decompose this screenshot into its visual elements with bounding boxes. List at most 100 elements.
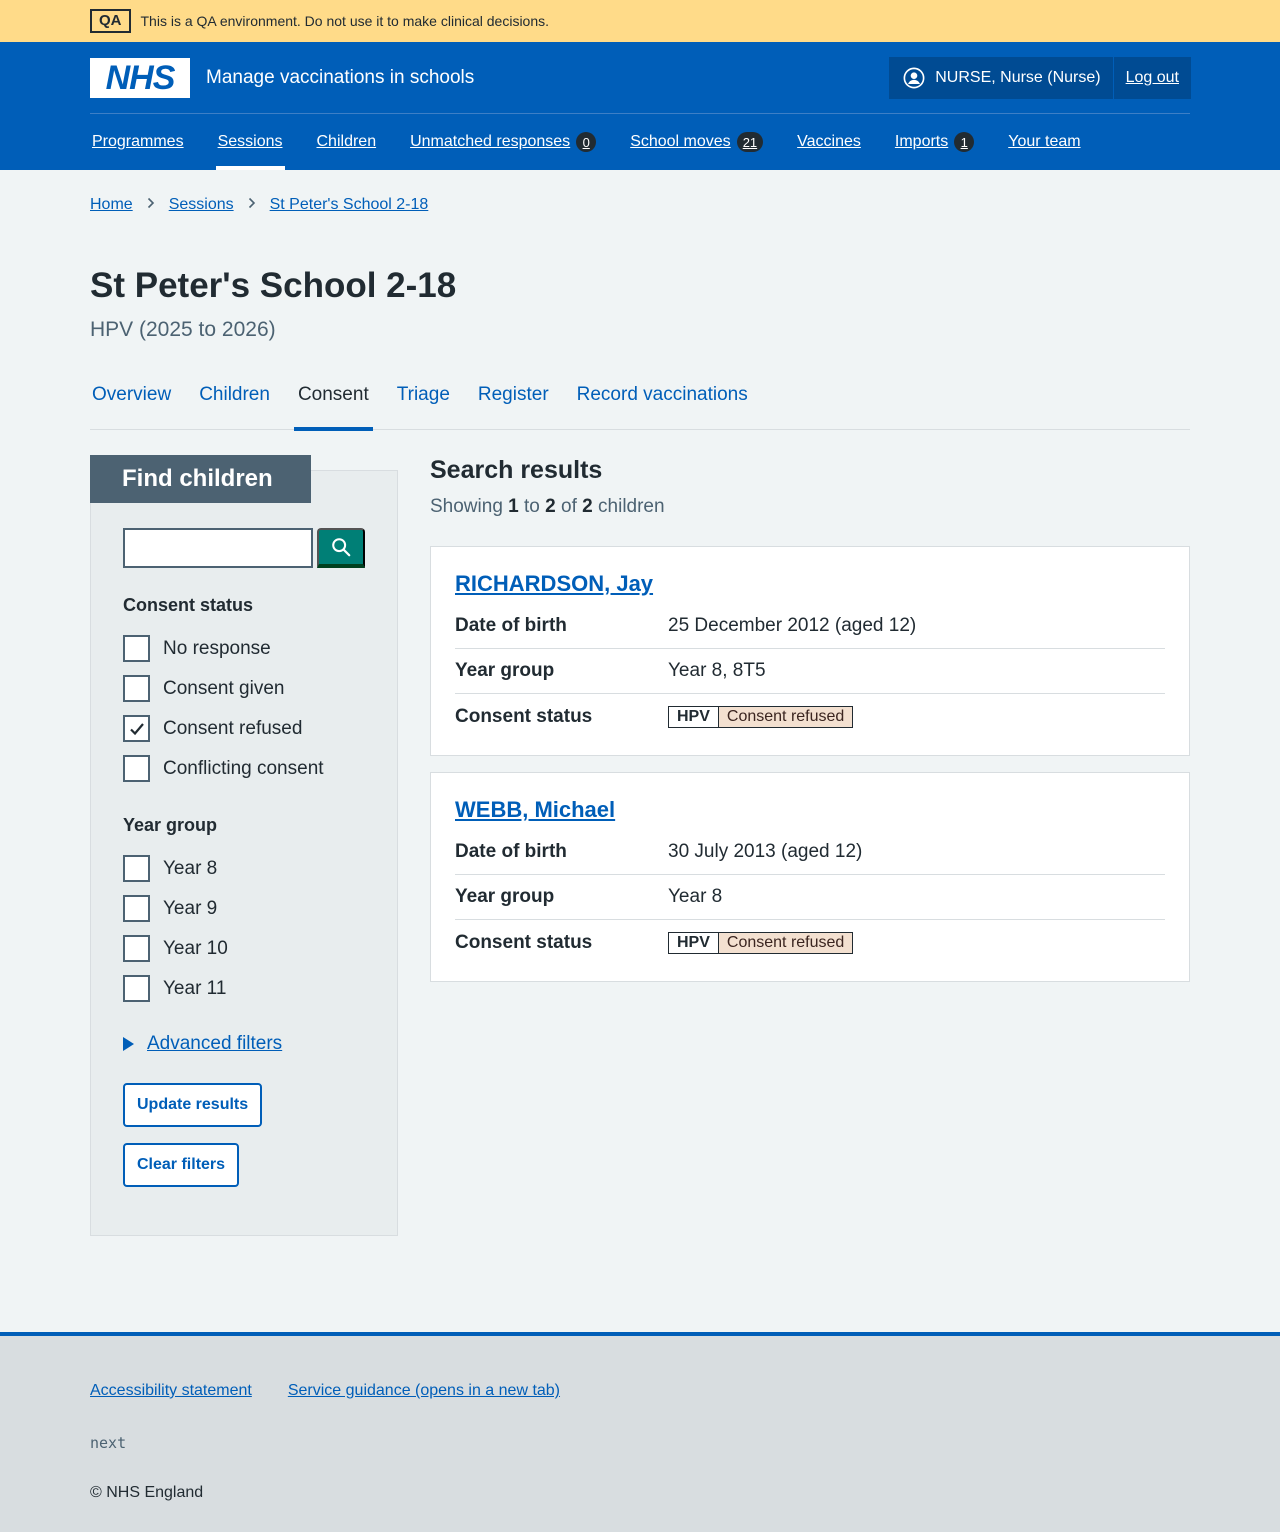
app-version: next <box>90 1434 127 1452</box>
child-card: RICHARDSON, Jay Date of birth 25 December … <box>430 546 1190 756</box>
nav-count-badge: 1 <box>954 132 975 152</box>
search-input[interactable] <box>123 528 313 568</box>
tab-overview[interactable]: Overview <box>90 384 173 430</box>
nav-children[interactable]: Children <box>317 114 377 170</box>
results-from: 1 <box>508 496 519 517</box>
summary-key: Date of birth <box>455 841 567 862</box>
nav-vaccines[interactable]: Vaccines <box>797 114 861 170</box>
update-results-button[interactable]: Update results <box>123 1083 263 1127</box>
nav-label: Programmes <box>92 133 184 150</box>
summary-key: Consent status <box>455 931 593 953</box>
checkbox-year-10[interactable]: Year 10 <box>123 935 228 962</box>
copyright: © NHS England <box>90 1484 204 1501</box>
footer-link-accessibility-statement[interactable]: Accessibility statement <box>90 1382 252 1400</box>
summary-row-consent: Consent status HPV Consent refused <box>455 920 1165 965</box>
checkbox-year-9[interactable]: Year 9 <box>123 895 217 922</box>
search-row <box>123 528 365 568</box>
search-icon <box>332 538 351 557</box>
filter-heading: Find children <box>90 455 311 503</box>
checkbox-year-8[interactable]: Year 8 <box>123 855 217 882</box>
child-name-link[interactable]: WEBB, Michael <box>455 797 615 823</box>
results-of-word: of <box>561 496 577 517</box>
checkbox-label: Consent refused <box>163 717 303 739</box>
nav-programmes[interactable]: Programmes <box>92 114 184 170</box>
tab-children[interactable]: Children <box>197 384 272 430</box>
checkbox-consent-given[interactable]: Consent given <box>123 675 284 702</box>
checkbox-box[interactable] <box>123 755 150 782</box>
year-group-label: Year group <box>123 815 218 835</box>
summary-value: 25 December 2012 (aged 12) <box>668 615 917 636</box>
nav-school-moves[interactable]: School moves 21 <box>630 114 764 170</box>
checkbox-consent-refused[interactable]: Consent refused <box>123 715 302 742</box>
nav-label: Children <box>316 133 377 150</box>
tab-consent[interactable]: Consent <box>293 384 373 431</box>
clear-filters-button[interactable]: Clear filters <box>123 1143 240 1187</box>
summary-key: Year group <box>455 660 555 681</box>
nav-label: Unmatched responses <box>410 133 571 150</box>
tab-triage[interactable]: Triage <box>395 384 452 430</box>
nav-unmatched-responses[interactable]: Unmatched responses 0 <box>410 114 597 170</box>
checkbox-label: Year 8 <box>163 857 218 879</box>
nhs-logo-text: NHS <box>105 58 176 97</box>
breadcrumb-st-peter-s-school-2-18[interactable]: St Peter's School 2-18 <box>270 196 429 214</box>
results-to-word: to <box>524 496 540 517</box>
chevron-right-icon <box>147 196 155 214</box>
tab-register[interactable]: Register <box>476 384 551 430</box>
checkbox-no-response[interactable]: No response <box>123 635 271 662</box>
filter-panel: Find children Consent status No response… <box>90 455 398 1236</box>
nav-your-team[interactable]: Your team <box>1008 114 1080 170</box>
advanced-filters-link[interactable]: Advanced filters <box>147 1033 282 1055</box>
programme-tag: HPV <box>668 931 719 954</box>
nav-label: School moves <box>630 133 731 150</box>
summary-key: Consent status <box>455 705 593 727</box>
summary-value: Year 8, 8T5 <box>668 660 766 681</box>
nav-sessions[interactable]: Sessions <box>215 114 285 170</box>
page-title: St Peter's School 2-18 <box>90 266 457 305</box>
checkbox-box[interactable] <box>123 895 150 922</box>
checkmark-icon <box>129 722 144 735</box>
advanced-filters-toggle[interactable]: Advanced filters <box>123 1033 282 1055</box>
logout-link[interactable]: Log out <box>1114 69 1191 87</box>
account-user-name: NURSE, Nurse (Nurse) <box>935 69 1101 86</box>
breadcrumb-sessions[interactable]: Sessions <box>169 196 234 214</box>
programme-tag: HPV <box>668 705 719 728</box>
results-count-prefix: Showing <box>430 496 503 517</box>
nav-imports[interactable]: Imports 1 <box>895 114 975 170</box>
checkbox-conflicting-consent[interactable]: Conflicting consent <box>123 755 324 782</box>
tab-record-vaccinations[interactable]: Record vaccinations <box>575 384 750 430</box>
consent-status-tag: HPV Consent refused <box>668 931 854 954</box>
page-subtitle: HPV (2025 to 2026) <box>90 318 276 341</box>
consent-status-label: Consent status <box>123 595 254 615</box>
primary-nav: Programmes Sessions Children Unmatched resp… <box>0 114 1280 170</box>
checkbox-box[interactable] <box>123 675 150 702</box>
summary-value: 30 July 2013 (aged 12) <box>668 841 863 862</box>
nav-count-badge: 21 <box>736 132 764 152</box>
summary-row-consent: Consent status HPV Consent refused <box>455 694 1165 739</box>
breadcrumb-home[interactable]: Home <box>90 196 133 214</box>
qa-banner: QA This is a QA environment. Do not use … <box>0 0 1280 42</box>
footer-links: Accessibility statement Service guidance … <box>90 1382 596 1400</box>
nav-label: Vaccines <box>797 133 861 150</box>
results-title: Search results <box>430 456 603 484</box>
checkbox-box[interactable] <box>123 715 150 742</box>
child-name-link[interactable]: RICHARDSON, Jay <box>455 571 653 597</box>
summary-key: Date of birth <box>455 615 567 636</box>
results-suffix: children <box>598 496 665 517</box>
nav-label: Sessions <box>217 133 283 150</box>
checkbox-box[interactable] <box>123 935 150 962</box>
checkbox-box[interactable] <box>123 635 150 662</box>
summary-value: Year 8 <box>668 886 723 907</box>
footer-link-service-guidance-opens-in-a-new-tab[interactable]: Service guidance (opens in a new tab) <box>288 1382 560 1400</box>
summary-key: Year group <box>455 886 555 907</box>
checkbox-year-11[interactable]: Year 11 <box>123 975 226 1002</box>
nhs-logo[interactable]: NHS <box>90 57 190 98</box>
checkbox-box[interactable] <box>123 975 150 1002</box>
checkbox-label: Conflicting consent <box>163 757 324 779</box>
user-icon <box>903 67 925 89</box>
search-button[interactable] <box>317 528 365 568</box>
checkbox-label: Year 9 <box>163 897 218 919</box>
status-badge: Consent refused <box>718 705 854 728</box>
nav-count-badge: 0 <box>576 132 597 152</box>
session-tabs: Overview Children Consent Triage Register Rec… <box>90 384 1190 431</box>
checkbox-box[interactable] <box>123 855 150 882</box>
